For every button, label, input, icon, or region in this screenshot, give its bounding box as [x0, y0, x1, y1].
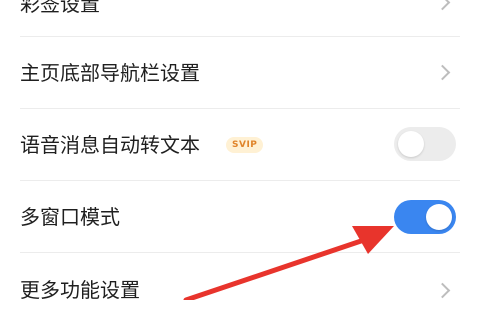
settings-item-label-settings[interactable]: 彩签设置	[0, 0, 480, 40]
toggle-knob	[398, 131, 424, 157]
settings-item-voice-to-text: 语音消息自动转文本 SVIP	[0, 109, 480, 179]
settings-item-label: 主页底部导航栏设置	[20, 61, 200, 85]
chevron-right-icon	[434, 64, 451, 81]
settings-item-more-features[interactable]: 更多功能设置	[0, 253, 480, 323]
settings-item-label: 语音消息自动转文本	[20, 133, 200, 157]
svip-badge: SVIP	[226, 137, 264, 153]
toggle-knob	[426, 204, 452, 230]
settings-item-label: 多窗口模式	[20, 205, 120, 229]
voice-to-text-toggle[interactable]	[394, 127, 456, 161]
settings-item-label: 更多功能设置	[20, 278, 140, 302]
settings-item-multi-window: 多窗口模式	[0, 181, 480, 251]
settings-item-bottom-nav[interactable]: 主页底部导航栏设置	[0, 37, 480, 107]
chevron-right-icon	[434, 282, 451, 299]
settings-item-label: 彩签设置	[20, 0, 100, 16]
settings-list: 彩签设置 主页底部导航栏设置 语音消息自动转文本 SVIP 多窗口模式 更多功能…	[0, 0, 480, 302]
multi-window-toggle[interactable]	[394, 200, 456, 234]
chevron-right-icon	[434, 0, 451, 11]
